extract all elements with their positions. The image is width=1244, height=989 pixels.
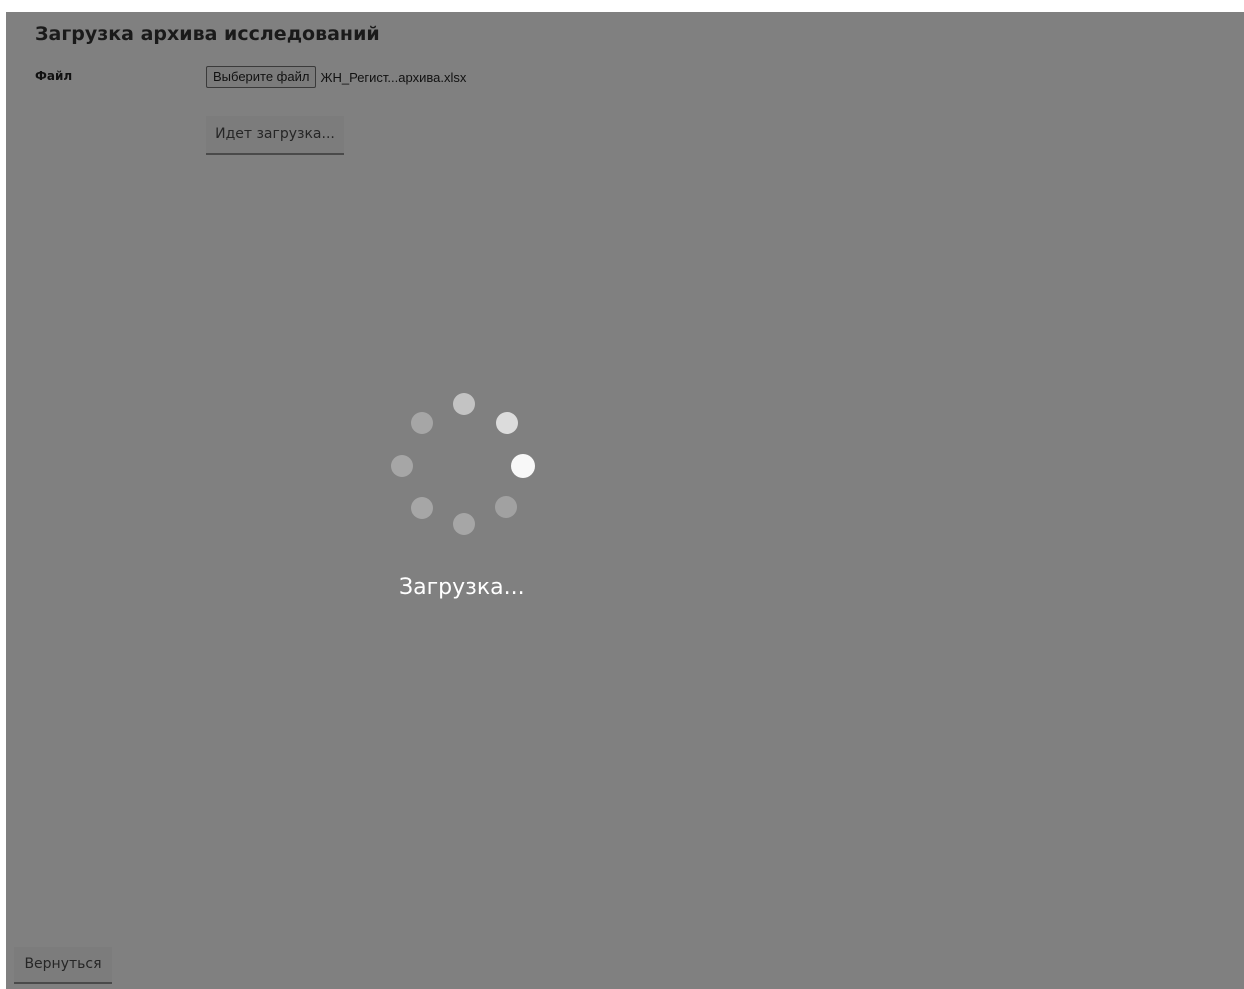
file-input[interactable]: Выберите файл ЖН_Регист...архива.xlsx — [206, 66, 466, 88]
upload-button[interactable]: Идет загрузка... — [206, 116, 344, 155]
back-button[interactable]: Вернуться — [14, 947, 112, 984]
choose-file-button[interactable]: Выберите файл — [206, 66, 317, 88]
selected-file-name: ЖН_Регист...архива.xlsx — [320, 69, 467, 85]
file-label: Файл — [35, 69, 73, 83]
page-title: Загрузка архива исследований — [35, 23, 380, 45]
loading-text: Загрузка... — [399, 575, 525, 600]
loading-overlay — [6, 12, 1244, 989]
